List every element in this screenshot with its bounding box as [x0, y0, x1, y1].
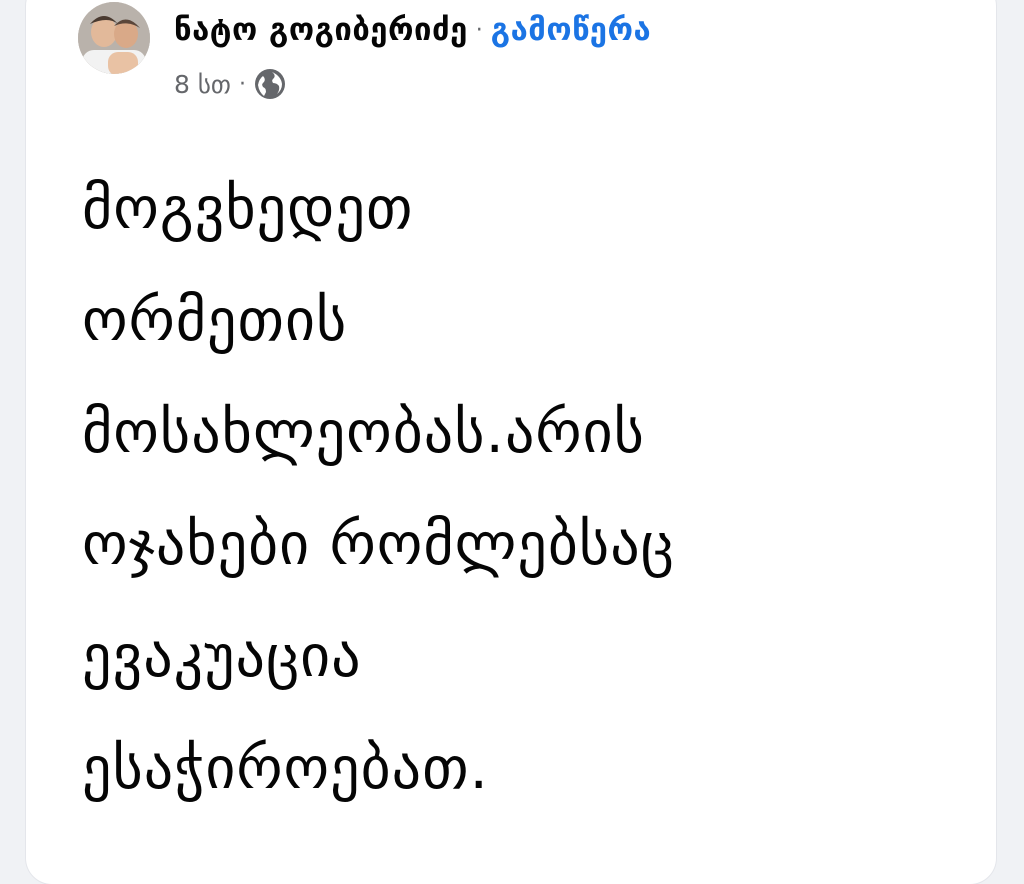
post-card: ნატო გოგიბერიძე · გამოწერა 8 სთ · მოგვხე…: [26, 0, 996, 884]
post-text-line: მოგვხედეთ: [82, 174, 414, 242]
post-meta: 8 სთ ·: [174, 66, 286, 102]
avatar[interactable]: [78, 2, 150, 74]
post-text-line: ოჯახები რომლებსაც: [82, 510, 675, 578]
post-header: ნატო გოგიბერიძე · გამოწერა 8 სთ ·: [78, 0, 978, 108]
post-timestamp[interactable]: 8 სთ: [174, 70, 231, 99]
name-row: ნატო გოგიბერიძე · გამოწერა: [174, 10, 651, 50]
meta-separator: ·: [238, 71, 246, 97]
post-text-line: ორმეთის: [82, 286, 348, 354]
post-text-line: მოსახლეობას.არის: [82, 398, 645, 466]
globe-icon[interactable]: [254, 68, 286, 100]
author-name[interactable]: ნატო გოგიბერიძე: [174, 12, 468, 48]
post-text-line: ევაკუაცია: [82, 622, 362, 690]
name-separator: ·: [475, 17, 483, 43]
post-text-line: ესაჭიროებათ.: [82, 734, 489, 802]
post-text: მოგვხედეთ ორმეთის მოსახლეობას.არის ოჯახე…: [82, 152, 1002, 824]
follow-button[interactable]: გამოწერა: [491, 12, 651, 48]
